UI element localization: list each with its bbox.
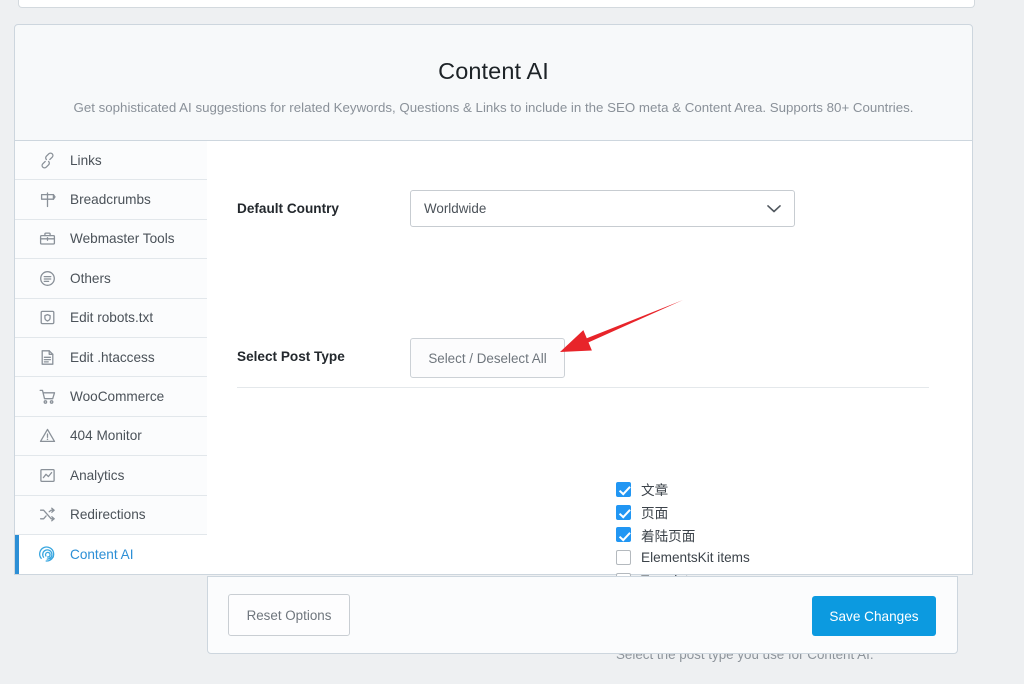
section-divider bbox=[237, 387, 929, 388]
sidebar-item-links[interactable]: Links bbox=[15, 141, 207, 181]
sidebar-item-label: Redirections bbox=[70, 507, 146, 523]
settings-footer-bar: Reset Options Save Changes bbox=[207, 576, 958, 654]
sidebar-item-redirections[interactable]: Redirections bbox=[15, 495, 207, 535]
select-deselect-all-button[interactable]: Select / Deselect All bbox=[410, 338, 565, 378]
robots-file-icon bbox=[37, 308, 57, 328]
sidebar-item-label: Webmaster Tools bbox=[70, 231, 175, 247]
sidebar-item-others[interactable]: Others bbox=[15, 259, 207, 299]
select-post-type-row: Select Post Type Select / Deselect All bbox=[207, 227, 972, 378]
settings-sidebar: Links Breadcrumbs Webmaster Tools Others Edi… bbox=[14, 141, 208, 576]
sidebar-item-label: Links bbox=[70, 152, 102, 168]
post-type-label: 着陆页面 bbox=[641, 528, 696, 544]
sidebar-item-404-monitor[interactable]: 404 Monitor bbox=[15, 416, 207, 457]
signpost-icon bbox=[37, 190, 57, 210]
page-header-card: Content AI Get sophisticated AI suggesti… bbox=[14, 24, 973, 141]
checkbox-checked-icon[interactable] bbox=[616, 504, 631, 520]
sidebar-item-analytics[interactable]: Analytics bbox=[15, 456, 207, 496]
document-lines-icon bbox=[37, 347, 57, 367]
sidebar-item-edit-htaccess[interactable]: Edit .htaccess bbox=[15, 337, 207, 378]
content-ai-icon bbox=[37, 545, 57, 565]
post-type-checkbox-row[interactable]: 页面 bbox=[616, 501, 750, 524]
save-changes-button[interactable]: Save Changes bbox=[812, 596, 936, 636]
checkbox-checked-icon[interactable] bbox=[616, 481, 631, 497]
default-country-label: Default Country bbox=[237, 201, 339, 216]
circle-menu-icon bbox=[37, 268, 57, 288]
default-country-value: Worldwide bbox=[424, 201, 487, 216]
settings-content-panel: Default Country Worldwide Select Post Ty… bbox=[207, 141, 973, 662]
settings-screen: Content AI Get sophisticated AI suggesti… bbox=[0, 0, 1024, 684]
sidebar-item-webmaster-tools[interactable]: Webmaster Tools bbox=[15, 219, 207, 260]
chevron-down-icon bbox=[767, 201, 781, 216]
chart-box-icon bbox=[37, 465, 57, 485]
warning-triangle-icon bbox=[37, 426, 57, 446]
toolbox-icon bbox=[37, 229, 57, 249]
sidebar-item-label: 404 Monitor bbox=[70, 428, 142, 444]
shopping-cart-icon bbox=[37, 387, 57, 407]
sidebar-item-woocommerce[interactable]: WooCommerce bbox=[15, 377, 207, 417]
default-country-row: Default Country Worldwide bbox=[207, 141, 972, 227]
post-type-checkbox-row[interactable]: 着陆页面 bbox=[616, 523, 750, 546]
sidebar-item-label: Edit robots.txt bbox=[70, 310, 154, 326]
sidebar-item-label: Edit .htaccess bbox=[70, 349, 155, 365]
post-type-checkbox-row[interactable]: ElementsKit items bbox=[616, 546, 750, 569]
sidebar-item-label: Breadcrumbs bbox=[70, 192, 151, 208]
default-country-select[interactable]: Worldwide bbox=[410, 190, 795, 227]
sidebar-item-label: Content AI bbox=[70, 547, 134, 563]
sidebar-item-label: Analytics bbox=[70, 467, 125, 483]
post-type-checkbox-row[interactable]: 文章 bbox=[616, 478, 750, 501]
reset-options-button[interactable]: Reset Options bbox=[228, 594, 350, 636]
select-post-type-label: Select Post Type bbox=[237, 349, 345, 364]
sidebar-item-edit-robots-txt[interactable]: Edit robots.txt bbox=[15, 298, 207, 338]
link-icon bbox=[37, 150, 57, 170]
post-type-label: 文章 bbox=[641, 483, 669, 499]
checkbox-checked-icon[interactable] bbox=[616, 527, 631, 543]
shuffle-arrows-icon bbox=[37, 505, 57, 525]
sidebar-item-breadcrumbs[interactable]: Breadcrumbs bbox=[15, 180, 207, 220]
post-type-label: ElementsKit items bbox=[641, 549, 750, 565]
previous-panel-edge bbox=[18, 0, 975, 8]
checkbox-unchecked-icon[interactable] bbox=[616, 549, 631, 565]
post-type-label: 页面 bbox=[641, 506, 669, 522]
page-title: Content AI bbox=[438, 58, 549, 84]
sidebar-item-label: Others bbox=[70, 270, 111, 286]
page-subtitle: Get sophisticated AI suggestions for rel… bbox=[73, 100, 914, 115]
sidebar-item-content-ai[interactable]: Content AI bbox=[15, 534, 207, 575]
sidebar-item-label: WooCommerce bbox=[70, 389, 165, 405]
